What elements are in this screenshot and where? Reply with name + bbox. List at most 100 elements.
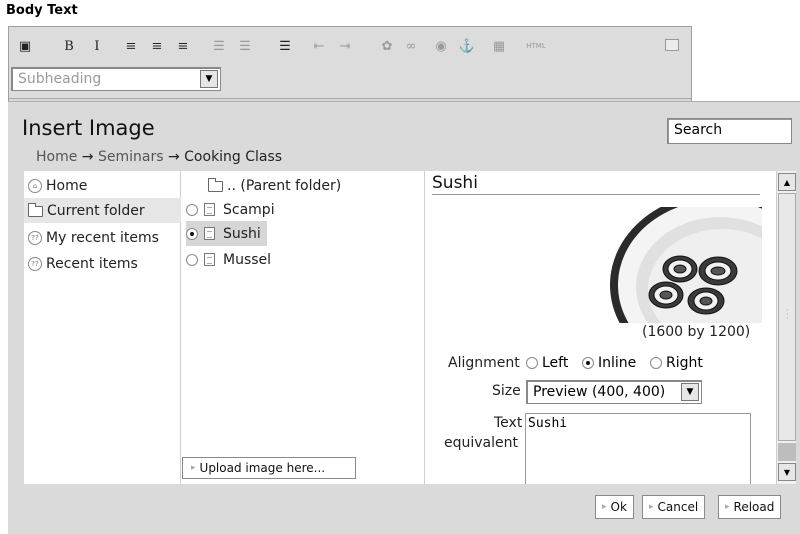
bullet-list-icon[interactable]: ☰ (235, 35, 255, 57)
table-icon[interactable]: ▦ (489, 35, 509, 57)
document-icon (204, 227, 215, 240)
home-icon: ⌂ (28, 178, 42, 193)
size-select-value: Preview (400, 400) (533, 384, 666, 400)
scroll-up-icon[interactable]: ▲ (778, 173, 796, 191)
scroll-down-icon[interactable]: ▼ (778, 463, 796, 481)
file-item-mussel[interactable]: Mussel (186, 247, 277, 272)
text-equivalent-field[interactable]: Sushi (525, 413, 751, 484)
indent-icon[interactable]: ⇥ (335, 35, 355, 57)
format-select-value: Subheading (18, 71, 102, 87)
chevron-down-icon[interactable]: ▼ (681, 383, 699, 401)
editor-toolbar: ▣ B I ≡ ≡ ≡ ☰ ☰ ☰ ⇤ ⇥ ✿ ∞ ◉ ⚓ ▦ HTML Subheading ▼ (9, 27, 691, 99)
upload-icon: ▸ (191, 463, 196, 473)
file-item-label: Scampi (223, 201, 275, 218)
save-icon[interactable]: ▣ (15, 35, 35, 57)
scrollbar-track-lower[interactable] (778, 443, 796, 461)
upload-image-button[interactable]: ▸ Upload image here... (182, 457, 356, 479)
radio-button[interactable] (526, 357, 538, 369)
fullscreen-icon[interactable] (665, 39, 679, 51)
alignment-right-option[interactable]: Right (650, 355, 703, 371)
breadcrumb-separator: → (167, 149, 180, 165)
nav-item-current-folder[interactable]: Current folder (24, 198, 181, 223)
file-item-label: Sushi (223, 225, 261, 242)
file-radio[interactable] (186, 253, 198, 266)
nav-item-my-recent[interactable]: ?? My recent items (24, 225, 181, 250)
definition-list-icon[interactable]: ☰ (275, 35, 295, 57)
sushi-plate-image (610, 207, 762, 323)
ok-icon: ▸ (602, 502, 607, 512)
breadcrumb-home[interactable]: Home (36, 149, 77, 165)
breadcrumb: Home → Seminars → Cooking Class (36, 149, 282, 165)
nav-item-label: Recent items (46, 255, 138, 272)
file-item-label: Mussel (223, 251, 272, 268)
format-select[interactable]: Subheading ▼ (11, 67, 221, 91)
folder-icon (208, 178, 223, 192)
outdent-icon[interactable]: ⇤ (309, 35, 329, 57)
anchor-icon[interactable]: ⚓ (457, 35, 477, 57)
grip-icon: · · · (786, 306, 789, 323)
alignment-label: Alignment (448, 355, 520, 371)
upload-button-label: Upload image here... (199, 461, 326, 475)
alignment-inline-option[interactable]: Inline (582, 355, 636, 371)
file-item-sushi[interactable]: Sushi (186, 221, 267, 246)
nav-item-label: My recent items (46, 229, 159, 246)
reload-button[interactable]: ▸ Reload (718, 495, 782, 519)
ok-button-label: Ok (610, 500, 627, 514)
chevron-down-icon[interactable]: ▼ (200, 70, 218, 88)
align-center-icon[interactable]: ≡ (147, 35, 167, 57)
file-item-label: .. (Parent folder) (227, 177, 342, 194)
search-input[interactable]: Search (667, 118, 792, 144)
insert-image-dialog: Insert Image Search Home → Seminars → Co… (8, 101, 800, 534)
html-source-icon[interactable]: HTML (523, 35, 549, 57)
folder-icon (28, 203, 43, 217)
cancel-button[interactable]: ▸ Cancel (642, 495, 706, 519)
image-preview (606, 207, 762, 323)
option-label: Inline (598, 355, 637, 371)
reload-button-label: Reload (733, 500, 775, 514)
browser-panels: ⌂ Home Current folder ?? My recent items… (24, 171, 796, 484)
image-icon[interactable]: ✿ (377, 35, 397, 57)
dialog-title: Insert Image (22, 116, 155, 140)
breadcrumb-separator: → (81, 149, 94, 165)
size-label: Size (492, 383, 521, 399)
option-label: Left (542, 355, 569, 371)
reload-icon: ▸ (725, 502, 730, 512)
image-title: Sushi (432, 173, 760, 195)
detail-scrollbar[interactable]: ▲ · · · ▼ (776, 171, 796, 484)
parent-folder-item[interactable]: .. (Parent folder) (208, 173, 347, 198)
file-radio[interactable] (186, 203, 198, 216)
file-item-scampi[interactable]: Scampi (186, 197, 281, 222)
document-icon (204, 253, 215, 266)
file-radio[interactable] (186, 227, 198, 240)
image-detail-column: Sushi (1600 by 1200) Alignment Left Inli… (426, 171, 776, 484)
breadcrumb-seminars[interactable]: Seminars (98, 149, 164, 165)
alignment-left-option[interactable]: Left (526, 355, 568, 371)
italic-icon[interactable]: I (87, 35, 107, 57)
recent-items-icon: ?? (28, 256, 42, 271)
image-dimensions: (1600 by 1200) (642, 324, 751, 340)
nav-item-label: Current folder (47, 202, 145, 219)
option-label: Right (666, 355, 703, 371)
breadcrumb-current: Cooking Class (184, 149, 283, 165)
text-equivalent-label: Text (494, 415, 523, 431)
nav-item-recent[interactable]: ?? Recent items (24, 251, 181, 276)
toolbar-button-row: ▣ B I ≡ ≡ ≡ ☰ ☰ ☰ ⇤ ⇥ ✿ ∞ ◉ ⚓ ▦ HTML (15, 35, 687, 57)
nav-item-home[interactable]: ⌂ Home (24, 173, 181, 198)
link-icon[interactable]: ∞ (401, 35, 421, 57)
external-link-icon[interactable]: ◉ (431, 35, 451, 57)
radio-button[interactable] (582, 357, 594, 369)
size-select[interactable]: Preview (400, 400) ▼ (526, 380, 702, 404)
bold-icon[interactable]: B (59, 35, 79, 57)
document-icon (204, 203, 215, 216)
scrollbar-thumb[interactable]: · · · (778, 193, 796, 441)
align-right-icon[interactable]: ≡ (173, 35, 193, 57)
recent-items-icon: ?? (28, 230, 42, 245)
radio-button[interactable] (650, 357, 662, 369)
align-left-icon[interactable]: ≡ (121, 35, 141, 57)
text-equivalent-label-2: equivalent (444, 435, 518, 451)
cancel-icon: ▸ (649, 502, 654, 512)
numbered-list-icon[interactable]: ☰ (209, 35, 229, 57)
ok-button[interactable]: ▸ Ok (595, 495, 634, 519)
file-list-column: .. (Parent folder) Scampi Sushi Mussel ▸… (182, 171, 425, 484)
navigation-column: ⌂ Home Current folder ?? My recent items… (24, 171, 181, 484)
